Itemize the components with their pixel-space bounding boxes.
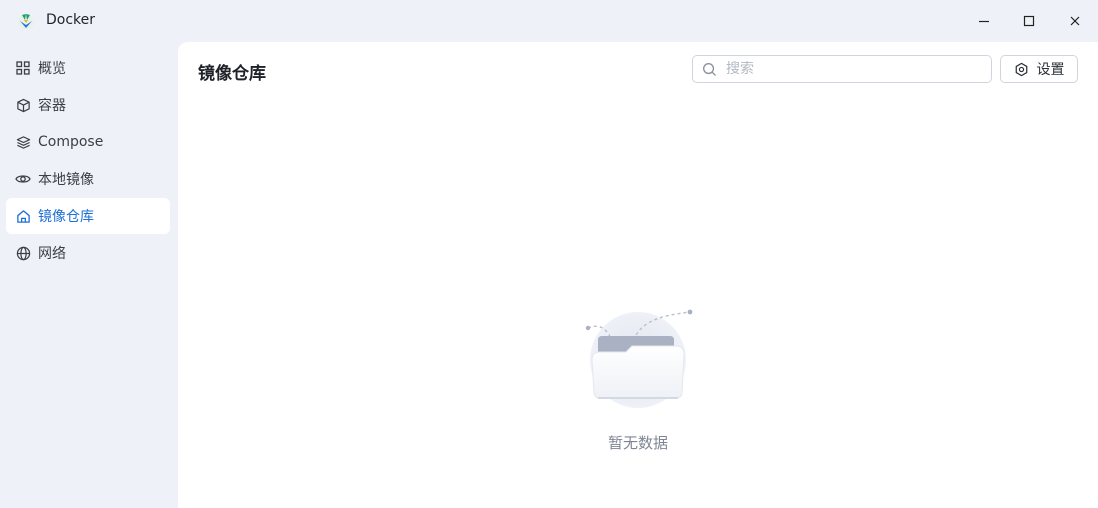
minimize-button[interactable] bbox=[970, 7, 998, 35]
title-bar: Docker bbox=[0, 0, 1098, 42]
sidebar-item-label: 网络 bbox=[38, 246, 66, 262]
home-icon bbox=[15, 208, 31, 224]
empty-folder-icon bbox=[585, 309, 693, 408]
globe-icon bbox=[15, 245, 31, 261]
search-input[interactable] bbox=[726, 61, 976, 77]
grid-icon bbox=[15, 60, 31, 76]
sidebar-item-label: Compose bbox=[38, 134, 104, 150]
sidebar: 概览 容器 Compose 本地镜像 镜像仓库 网络 bbox=[6, 50, 170, 272]
sidebar-item-local-images[interactable]: 本地镜像 bbox=[6, 161, 170, 197]
empty-state-text: 暂无数据 bbox=[607, 434, 668, 452]
sidebar-item-label: 镜像仓库 bbox=[38, 209, 94, 225]
docker-window: Docker 概览 容器 Compose 本地镜像 镜像仓库 网络 镜像仓库 搜… bbox=[0, 0, 1098, 508]
search-box[interactable] bbox=[692, 55, 992, 83]
gear-icon bbox=[1014, 62, 1029, 77]
docker-logo-icon bbox=[18, 14, 34, 30]
sidebar-item-compose[interactable]: Compose bbox=[6, 124, 170, 160]
sidebar-item-label: 概览 bbox=[38, 61, 66, 77]
sidebar-item-network[interactable]: 网络 bbox=[6, 235, 170, 271]
maximize-button[interactable] bbox=[1015, 7, 1043, 35]
settings-button-label: 设置 bbox=[1036, 62, 1065, 78]
app-title: Docker bbox=[46, 12, 96, 28]
eye-icon bbox=[15, 171, 31, 187]
sidebar-item-overview[interactable]: 概览 bbox=[6, 50, 170, 86]
search-icon bbox=[702, 61, 718, 77]
close-button[interactable] bbox=[1061, 7, 1089, 35]
settings-button[interactable]: 设置 bbox=[1000, 55, 1078, 83]
cube-icon bbox=[15, 97, 31, 113]
sidebar-item-containers[interactable]: 容器 bbox=[6, 87, 170, 123]
sidebar-item-label: 容器 bbox=[38, 98, 66, 114]
minimize-icon bbox=[979, 20, 989, 23]
main-panel: 镜像仓库 设置 bbox=[178, 42, 1098, 508]
page-title: 镜像仓库 bbox=[198, 64, 266, 84]
maximize-icon bbox=[1023, 15, 1035, 27]
close-icon bbox=[1070, 16, 1080, 26]
sidebar-item-registry[interactable]: 镜像仓库 bbox=[6, 198, 170, 234]
sidebar-item-label: 本地镜像 bbox=[38, 172, 94, 188]
layers-icon bbox=[15, 134, 31, 150]
